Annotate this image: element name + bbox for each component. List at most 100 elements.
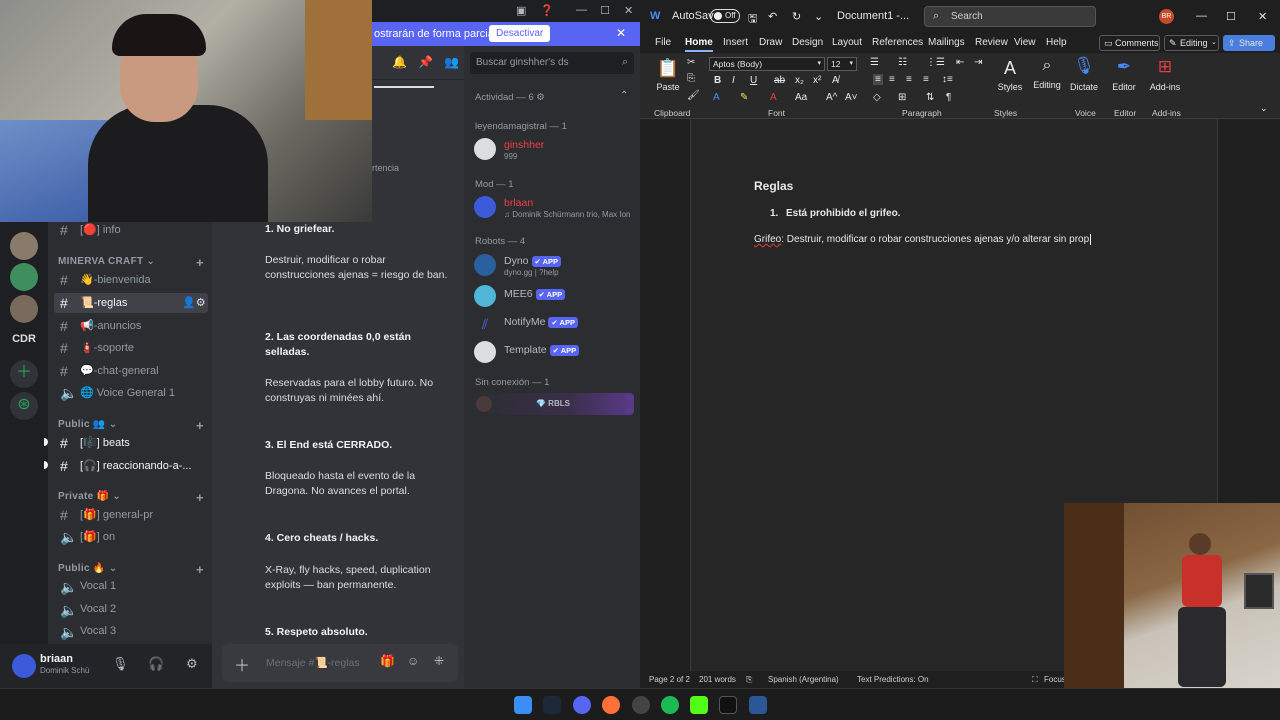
- increase-indent-icon[interactable]: ⇥: [974, 57, 982, 68]
- close-window-button[interactable]: ✕: [624, 4, 633, 17]
- clipboard-icon[interactable]: 📋: [656, 58, 680, 79]
- search-input[interactable]: Buscar ginshher's ds ⌕: [470, 52, 634, 74]
- settings-icon[interactable]: 👤⚙: [182, 296, 206, 309]
- tab-insert[interactable]: Insert: [723, 37, 748, 48]
- search-input[interactable]: ⌕ Search: [924, 6, 1096, 27]
- server-icon-1[interactable]: [10, 232, 38, 260]
- shading-icon[interactable]: ◇: [873, 92, 881, 103]
- add-channel-icon[interactable]: +: [196, 490, 204, 505]
- message-composer[interactable]: ＋ Mensaje #📜-reglas 🎁 ☺ ⁜: [222, 644, 458, 682]
- minimize-button[interactable]: —: [576, 4, 587, 16]
- channel-anuncios[interactable]: # 📢-anuncios: [54, 316, 208, 336]
- apps-icon[interactable]: ⁜: [434, 654, 444, 668]
- server-cdr[interactable]: CDR: [6, 328, 42, 350]
- bullets-icon[interactable]: ☰: [870, 57, 879, 68]
- category-public[interactable]: Public 👥 ⌄ +: [58, 418, 204, 433]
- tab-help[interactable]: Help: [1046, 37, 1067, 48]
- category-public-2[interactable]: Public 🔥 ⌄ +: [58, 562, 204, 577]
- highlight-icon[interactable]: ✎: [740, 92, 748, 103]
- close-window-button[interactable]: ✕: [1258, 10, 1267, 23]
- kick-icon[interactable]: [690, 696, 708, 714]
- start-icon[interactable]: [514, 696, 532, 714]
- member-row[interactable]: MEE6 ✔ APP: [474, 283, 634, 313]
- redo-icon[interactable]: ↻: [792, 10, 801, 23]
- document-name[interactable]: Document1 -...: [837, 10, 909, 22]
- sort-icon[interactable]: ⇅: [926, 92, 934, 103]
- paste-button[interactable]: Paste: [654, 82, 682, 92]
- word-count[interactable]: 201 words: [699, 675, 736, 684]
- text-predictions[interactable]: Text Predictions: On: [857, 675, 929, 684]
- borders-icon[interactable]: ⊞: [898, 92, 906, 103]
- channel-reglas[interactable]: # 📜-reglas 👤⚙: [54, 293, 208, 313]
- copy-icon[interactable]: ⎘: [687, 73, 695, 84]
- tab-references[interactable]: References: [872, 37, 923, 48]
- microphone-icon[interactable]: 🎙: [112, 656, 129, 672]
- member-row[interactable]: ⫽ NotifyMe ✔ APP: [474, 311, 634, 341]
- italic-icon[interactable]: I: [732, 75, 735, 86]
- share-button[interactable]: ⇪ Share: [1223, 35, 1275, 51]
- avatar[interactable]: [12, 654, 36, 678]
- voice-channel-vocal-2[interactable]: 🔈 Vocal 2: [54, 600, 208, 620]
- spotify-icon[interactable]: [661, 696, 679, 714]
- font-family-select[interactable]: Aptos (Body) ▾: [709, 57, 825, 71]
- channel-bienvenida[interactable]: # 👋-bienvenida: [54, 270, 208, 290]
- headphones-icon[interactable]: 🎧: [148, 656, 164, 672]
- member-row[interactable]: Dyno ✔ APP dyno.gg | ?help: [474, 252, 634, 282]
- word-taskbar-icon[interactable]: [749, 696, 767, 714]
- firefox-icon[interactable]: [602, 696, 620, 714]
- channel-soporte[interactable]: # 🧯-soporte: [54, 338, 208, 358]
- styles-icon[interactable]: A: [996, 58, 1024, 79]
- add-ins-icon[interactable]: ⊞: [1152, 57, 1178, 77]
- align-center-icon[interactable]: ≡: [889, 74, 895, 85]
- tab-layout[interactable]: Layout: [832, 37, 862, 48]
- maximize-button[interactable]: ☐: [1226, 10, 1236, 23]
- pilcrow-icon[interactable]: ¶: [946, 92, 951, 103]
- clear-format-icon[interactable]: A̸: [832, 75, 839, 86]
- add-channel-icon[interactable]: +: [196, 562, 204, 577]
- styles-button[interactable]: Styles: [994, 82, 1026, 92]
- tab-review[interactable]: Review: [975, 37, 1008, 48]
- gear-icon[interactable]: ⚙: [186, 656, 198, 672]
- channel-info[interactable]: # [🔴] info: [54, 220, 208, 240]
- multilevel-icon[interactable]: ⋮☰: [926, 57, 945, 68]
- microphone-icon[interactable]: 🎙: [1070, 56, 1098, 76]
- category-private[interactable]: Private 🎁 ⌄ +: [58, 490, 204, 505]
- channel-general-pr[interactable]: # [🎁] general-pr: [54, 505, 208, 525]
- strikethrough-icon[interactable]: ab: [774, 75, 785, 86]
- line-spacing-icon[interactable]: ↕≡: [942, 74, 953, 85]
- comments-button[interactable]: ▭ Comments: [1099, 35, 1160, 51]
- add-channel-icon[interactable]: +: [196, 418, 204, 433]
- page-count[interactable]: Page 2 of 2: [649, 675, 690, 684]
- tab-design[interactable]: Design: [792, 37, 823, 48]
- emoji-icon[interactable]: ☺: [407, 654, 419, 668]
- align-right-icon[interactable]: ≡: [906, 74, 912, 85]
- member-row[interactable]: brlaan ♫ Dominik Schürmann trio, Max Ion: [474, 194, 634, 224]
- dictate-button[interactable]: Dictate: [1064, 82, 1104, 92]
- help-icon[interactable]: ❓: [540, 4, 554, 17]
- justify-icon[interactable]: ≡: [923, 74, 929, 85]
- tab-draw[interactable]: Draw: [759, 37, 782, 48]
- tab-home[interactable]: Home: [685, 37, 713, 52]
- font-size-select[interactable]: 12 ▾: [827, 57, 857, 71]
- offline-member-row[interactable]: 💎 RBLS: [472, 393, 634, 415]
- tab-view[interactable]: View: [1014, 37, 1036, 48]
- subscript-icon[interactable]: x₂: [795, 75, 804, 86]
- tab-file[interactable]: File: [655, 37, 671, 48]
- voice-channel-vocal-3[interactable]: 🔈 Vocal 3: [54, 622, 208, 642]
- members-icon[interactable]: 👥: [444, 55, 459, 69]
- decrease-indent-icon[interactable]: ⇤: [956, 57, 964, 68]
- deactivate-button[interactable]: Desactivar: [489, 25, 551, 42]
- add-attachment-icon[interactable]: ＋: [234, 652, 250, 676]
- language[interactable]: Spanish (Argentina): [768, 675, 839, 684]
- customize-icon[interactable]: ⌄: [814, 10, 823, 23]
- focus-button[interactable]: Focus: [1044, 675, 1066, 684]
- server-icon-3[interactable]: [10, 295, 38, 323]
- proofing-icon[interactable]: ⎘: [746, 675, 752, 685]
- focus-icon[interactable]: ⛶: [1032, 675, 1038, 685]
- shrink-font-icon[interactable]: A˅: [845, 92, 858, 103]
- add-ins-button[interactable]: Add-ins: [1146, 82, 1184, 92]
- server-icon-minerva[interactable]: [10, 263, 38, 291]
- chevron-up-icon[interactable]: ⌃: [620, 90, 628, 101]
- editor-button[interactable]: Editor: [1106, 82, 1142, 92]
- format-painter-icon[interactable]: 🖌: [687, 90, 700, 101]
